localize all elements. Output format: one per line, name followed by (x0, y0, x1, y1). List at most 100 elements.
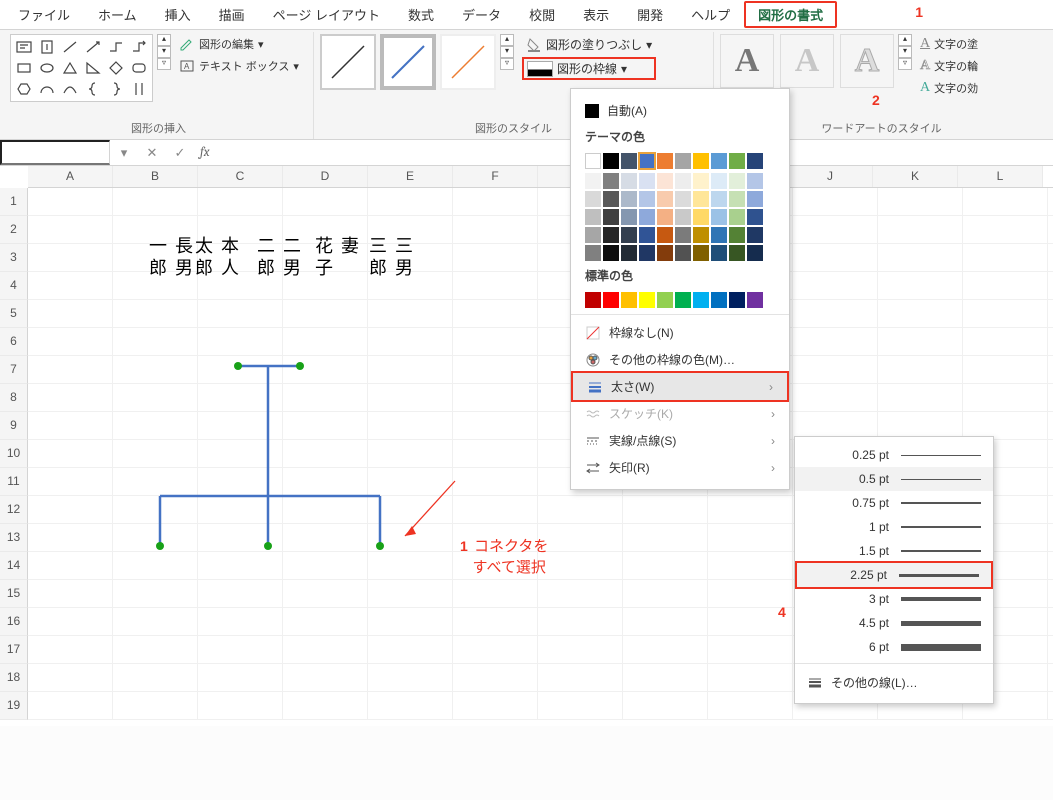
color-swatch[interactable] (675, 209, 691, 225)
fx-icon[interactable]: fx (194, 145, 216, 160)
row-hdr[interactable]: 15 (0, 580, 28, 608)
color-swatch[interactable] (603, 245, 619, 261)
row-hdr[interactable]: 8 (0, 384, 28, 412)
outline-auto[interactable]: 自動(A) (571, 97, 789, 124)
color-swatch[interactable] (585, 153, 601, 169)
style-gallery-up[interactable]: ▴ (500, 34, 514, 46)
color-swatch[interactable] (657, 245, 673, 261)
color-swatch[interactable] (711, 173, 727, 189)
shape-elbow-arrow-icon[interactable] (128, 37, 150, 57)
wordart-down[interactable]: ▾ (898, 46, 912, 58)
row-hdr[interactable]: 5 (0, 300, 28, 328)
wordart-up[interactable]: ▴ (898, 34, 912, 46)
color-swatch[interactable] (657, 209, 673, 225)
weight-option[interactable]: 0.25 pt (795, 443, 993, 467)
name-box[interactable] (0, 140, 110, 165)
weight-option[interactable]: 2.25 pt (795, 561, 993, 589)
shape-gallery[interactable] (10, 34, 153, 102)
wordart-gallery[interactable]: A A A (720, 34, 894, 88)
col-hdr[interactable]: K (873, 166, 958, 187)
col-hdr[interactable]: E (368, 166, 453, 187)
row-hdr[interactable]: 2 (0, 216, 28, 244)
namebox-dropdown[interactable]: ▾ (110, 145, 138, 161)
weight-option[interactable]: 1 pt (795, 515, 993, 539)
shape-arc-icon[interactable] (36, 79, 58, 99)
color-swatch[interactable] (639, 209, 655, 225)
row-hdr[interactable]: 18 (0, 664, 28, 692)
color-swatch[interactable] (693, 245, 709, 261)
tab-developer[interactable]: 開発 (623, 1, 677, 28)
shape-oval-icon[interactable] (36, 58, 58, 78)
shape-rect-icon[interactable] (13, 58, 35, 78)
connector-handle[interactable] (264, 542, 272, 550)
weight-option[interactable]: 3 pt (795, 587, 993, 611)
textbox-button[interactable]: Aテキスト ボックス ▾ (175, 56, 303, 76)
color-swatch[interactable] (621, 153, 637, 169)
color-swatch[interactable] (675, 191, 691, 207)
color-swatch[interactable] (675, 173, 691, 189)
tab-draw[interactable]: 描画 (205, 1, 259, 28)
shape-brace-l-icon[interactable] (82, 79, 104, 99)
shape-gallery-more[interactable]: ▿ (157, 58, 171, 70)
row-hdr[interactable]: 10 (0, 440, 28, 468)
color-swatch[interactable] (711, 227, 727, 243)
row-hdr[interactable]: 3 (0, 244, 28, 272)
color-swatch[interactable] (639, 173, 655, 189)
color-swatch[interactable] (657, 153, 673, 169)
edit-shape-button[interactable]: 図形の編集 ▾ (175, 34, 303, 54)
color-swatch[interactable] (585, 245, 601, 261)
color-swatch[interactable] (585, 191, 601, 207)
color-swatch[interactable] (729, 153, 745, 169)
color-swatch[interactable] (747, 153, 763, 169)
tab-file[interactable]: ファイル (4, 1, 84, 28)
row-hdr[interactable]: 6 (0, 328, 28, 356)
tab-review[interactable]: 校閲 (515, 1, 569, 28)
style-gallery-down[interactable]: ▾ (500, 46, 514, 58)
color-swatch[interactable] (729, 292, 745, 308)
color-swatch[interactable] (693, 153, 709, 169)
color-swatch[interactable] (603, 292, 619, 308)
style-gallery-more[interactable]: ▿ (500, 58, 514, 70)
color-swatch[interactable] (657, 292, 673, 308)
shape-textbox-v-icon[interactable] (36, 37, 58, 57)
text-outline-button[interactable]: A文字の輪 (916, 56, 982, 76)
col-hdr[interactable]: F (453, 166, 538, 187)
connector-handle[interactable] (296, 362, 304, 370)
shape-curve-icon[interactable] (59, 79, 81, 99)
color-swatch[interactable] (603, 191, 619, 207)
color-swatch[interactable] (639, 227, 655, 243)
color-swatch[interactable] (693, 292, 709, 308)
color-swatch[interactable] (621, 245, 637, 261)
col-hdr[interactable]: D (283, 166, 368, 187)
shape-style-gallery[interactable] (320, 34, 496, 90)
color-swatch[interactable] (621, 173, 637, 189)
color-swatch[interactable] (675, 292, 691, 308)
shape-bracket-icon[interactable] (128, 79, 150, 99)
shape-fill-button[interactable]: 図形の塗りつぶし ▾ (522, 34, 656, 55)
color-swatch[interactable] (729, 173, 745, 189)
color-swatch[interactable] (747, 245, 763, 261)
shape-textbox-h-icon[interactable] (13, 37, 35, 57)
row-hdr[interactable]: 13 (0, 524, 28, 552)
color-swatch[interactable] (729, 191, 745, 207)
weight-more-lines[interactable]: その他の線(L)… (795, 668, 993, 697)
shape-outline-button[interactable]: 図形の枠線 ▾ (522, 57, 656, 80)
shape-arrow-line-icon[interactable] (82, 37, 104, 57)
color-swatch[interactable] (693, 209, 709, 225)
row-hdr[interactable]: 9 (0, 412, 28, 440)
weight-option[interactable]: 0.75 pt (795, 491, 993, 515)
row-hdr[interactable]: 1 (0, 188, 28, 216)
col-hdr[interactable]: L (958, 166, 1043, 187)
tab-help[interactable]: ヘルプ (677, 1, 744, 28)
row-hdr[interactable]: 17 (0, 636, 28, 664)
weight-option[interactable]: 0.5 pt (795, 467, 993, 491)
wordart-more[interactable]: ▿ (898, 58, 912, 70)
color-swatch[interactable] (621, 209, 637, 225)
weight-option[interactable]: 4.5 pt (795, 611, 993, 635)
style-thumb-3[interactable] (440, 34, 496, 90)
color-swatch[interactable] (639, 245, 655, 261)
color-swatch[interactable] (693, 191, 709, 207)
shape-gallery-up[interactable]: ▴ (157, 34, 171, 46)
color-swatch[interactable] (639, 191, 655, 207)
text-effect-button[interactable]: A文字の効 (916, 78, 982, 98)
